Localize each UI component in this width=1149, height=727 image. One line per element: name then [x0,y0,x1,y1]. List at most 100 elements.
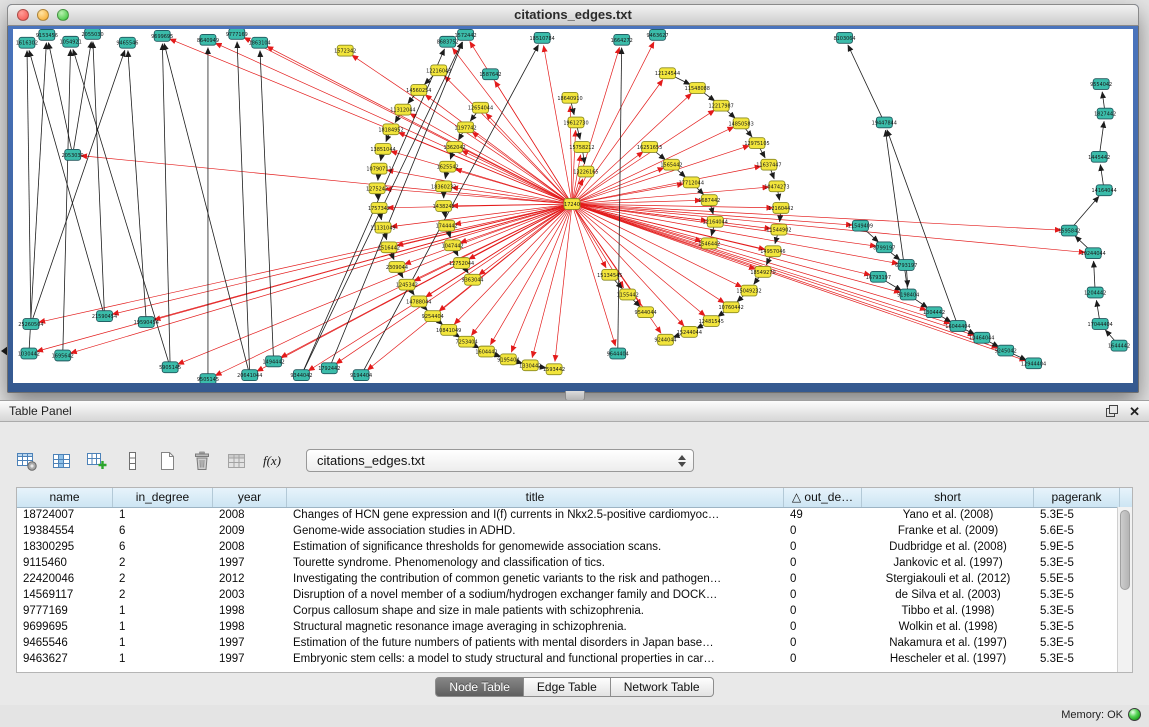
column-header-short[interactable]: short [862,488,1034,507]
graph-node-label: 9195404 [497,357,519,363]
table-row[interactable]: 946362711997Embryonic stem cells: a mode… [17,652,1132,668]
graph-edge[interactable] [260,51,274,362]
function-builder-icon: f(x) [263,453,281,469]
column-header-out-de[interactable]: △ out_de… [784,488,862,507]
graph-edge[interactable] [572,204,901,292]
network-canvas[interactable]: 1616302915345610549212055030946554696996… [13,29,1133,383]
import-table-button[interactable] [226,450,248,472]
tab-network-table[interactable]: Network Table [611,677,714,697]
graph-node-label: 13851044 [370,147,395,153]
zoom-window-button[interactable] [57,9,69,21]
graph-edge[interactable] [848,45,884,122]
cell-out-de: 0 [784,604,862,620]
window-title-bar[interactable]: citations_edges.txt [7,4,1139,26]
tab-edge-table[interactable]: Edge Table [524,677,611,697]
graph-node-label: 12752044 [449,261,474,267]
graph-node-label: 12160442 [768,206,793,212]
new-table-button[interactable] [156,450,178,472]
column-header-pagerank[interactable]: pagerank [1034,488,1120,507]
graph-node-label: 12124544 [655,71,680,77]
row-tools-icon [121,450,143,472]
create-column-button[interactable] [86,450,108,472]
float-panel-button[interactable] [1105,404,1119,418]
function-builder-button[interactable]: f(x) [261,450,283,472]
graph-node-label: 16793197 [866,275,891,281]
cell-in-degree: 6 [113,540,213,556]
column-header-title[interactable]: title [287,488,784,507]
table-row[interactable]: 1830029562008Estimation of significance … [17,540,1132,556]
cell-short: Dudbridge et al. (2008) [862,540,1034,556]
graph-edge[interactable] [29,43,46,354]
table-row[interactable]: 969969511998Structural magnetic resonanc… [17,620,1132,636]
graph-edge[interactable] [164,44,250,376]
graph-node-label: 2309044 [386,265,408,271]
graph-node-label: 6793197 [895,263,917,269]
table-row[interactable]: 1872400712008Changes of HCN gene express… [17,508,1132,524]
graph-edge[interactable] [555,204,572,361]
show-columns-button[interactable] [51,450,73,472]
graph-edge[interactable] [27,51,31,324]
column-header-in-degree[interactable]: in_degree [113,488,213,507]
tab-node-table[interactable]: Node Table [435,677,524,697]
table-row[interactable]: 2242004622012Investigating the contribut… [17,572,1132,588]
graph-node-label: 14957046 [760,249,785,255]
graph-edge[interactable] [472,132,572,204]
graph-node-label: 16251653 [637,145,662,151]
table-row[interactable]: 1938455462009Genome-wide association stu… [17,524,1132,540]
graph-node-label: 5905145 [159,365,181,371]
graph-edge[interactable] [572,146,749,204]
graph-node-label: 1744442 [436,224,458,230]
cell-year: 1997 [213,636,287,652]
graph-node-label: 1664272 [611,38,633,44]
network-window: citations_edges.txt 16163029153456105492… [7,4,1139,393]
graph-edge[interactable] [460,204,572,243]
minimize-window-button[interactable] [37,9,49,21]
graph-node-label: 8683752 [437,40,459,46]
row-tools-button[interactable] [121,450,143,472]
float-panel-icon [1105,404,1119,418]
memory-status-icon[interactable] [1128,708,1141,721]
table-scrollbar[interactable] [1117,507,1132,672]
table-row[interactable]: 911546021997Tourette syndrome. Phenomeno… [17,556,1132,572]
column-header-name[interactable]: name [17,488,113,507]
scrollbar-thumb[interactable] [1120,510,1130,590]
graph-edge[interactable] [572,204,705,316]
graph-edge[interactable] [93,42,105,316]
close-panel-button[interactable]: ✕ [1129,405,1140,418]
graph-node-label: 9194404 [350,373,372,379]
cell-out-de: 0 [784,572,862,588]
column-header-year[interactable]: year [213,488,287,507]
close-window-button[interactable] [17,9,29,21]
graph-edge[interactable] [572,152,643,204]
graph-edge[interactable] [471,204,572,335]
graph-edge[interactable] [154,204,572,320]
delete-column-button[interactable] [191,450,213,472]
table-row[interactable]: 977716911998Corpus callosum shape and si… [17,604,1132,620]
table-row[interactable]: 946554611997Estimation of the future num… [17,636,1132,652]
cell-name: 14569117 [17,588,113,604]
graph-edge[interactable] [31,50,125,324]
graph-edge[interactable] [237,42,250,375]
graph-edge[interactable] [267,46,572,204]
graph-edge[interactable] [29,50,104,316]
graph-edge[interactable] [39,204,572,322]
graph-edge[interactable] [618,48,622,354]
graph-edge[interactable] [162,44,170,368]
graph-edge[interactable] [63,50,71,356]
graph-edge[interactable] [244,38,572,205]
graph-edge[interactable] [170,39,572,204]
table-panel-header: Table Panel ✕ [0,401,1149,422]
table-selector-dropdown[interactable]: citations_edges.txt [306,449,694,472]
table-row[interactable]: 1456911722003Disruption of a novel membe… [17,588,1132,604]
graph-node-label: 7253404 [456,340,478,346]
graph-node-label: 17712044 [679,180,704,186]
table-mode-button[interactable] [16,450,38,472]
graph-edge[interactable] [572,204,1026,361]
cell-pagerank: 5.3E-5 [1034,508,1120,524]
cell-name: 9699695 [17,620,113,636]
graph-node-label: 20641044 [237,373,262,379]
graph-edge[interactable] [281,204,572,358]
graph-node-label: 18549270 [750,270,775,276]
graph-edge[interactable] [511,204,572,352]
graph-node-label: 9699695 [151,34,173,40]
